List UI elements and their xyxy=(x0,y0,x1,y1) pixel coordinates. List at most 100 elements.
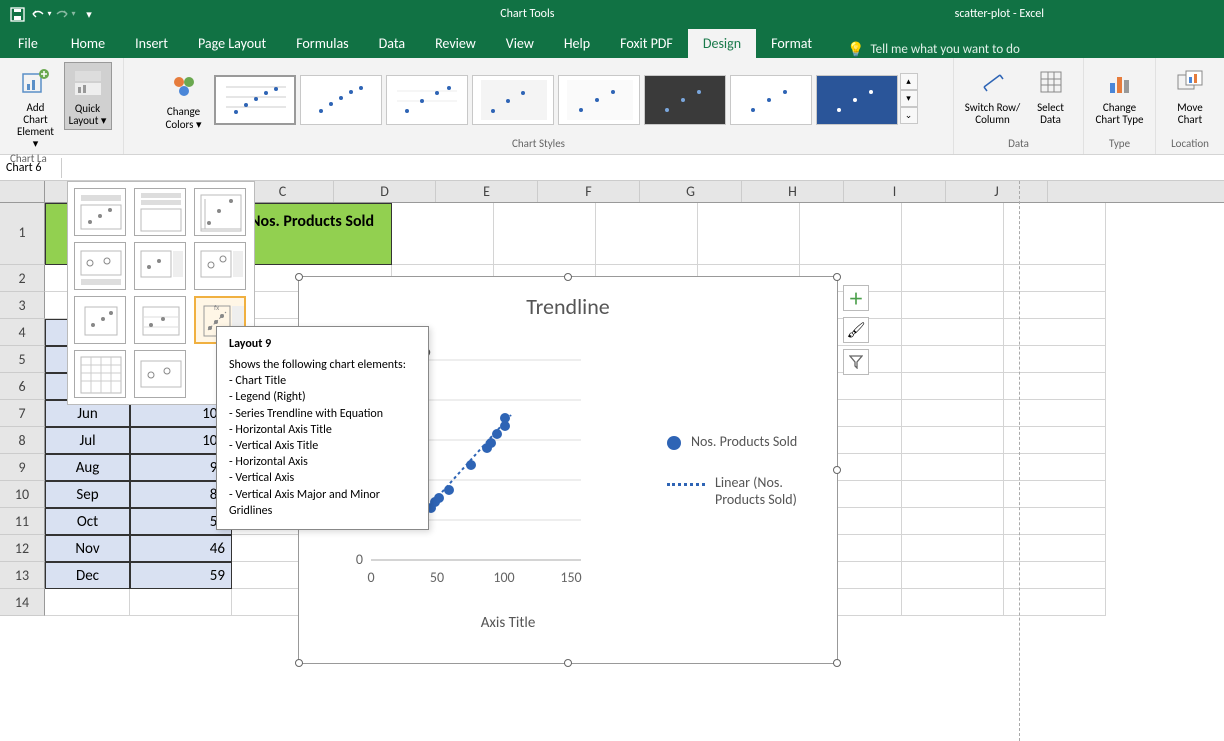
layout-8[interactable] xyxy=(134,296,186,344)
cell[interactable]: Sep xyxy=(45,481,130,508)
qat-customize-icon[interactable]: ▾ xyxy=(78,3,100,25)
column-header[interactable]: E xyxy=(436,181,538,202)
column-header[interactable]: F xyxy=(538,181,640,202)
cell[interactable]: 46 xyxy=(130,535,232,562)
select-all-corner[interactable] xyxy=(0,181,45,202)
row-header[interactable]: 12 xyxy=(0,535,45,562)
row-header[interactable]: 4 xyxy=(0,319,45,346)
row-header[interactable]: 3 xyxy=(0,292,45,319)
cell[interactable] xyxy=(902,508,1004,535)
row-header[interactable]: 8 xyxy=(0,427,45,454)
row-header[interactable]: 14 xyxy=(0,589,45,616)
tab-home[interactable]: Home xyxy=(56,29,120,58)
tell-me[interactable]: 💡Tell me what you want to do xyxy=(847,41,1020,58)
chart-style-3[interactable] xyxy=(386,75,468,125)
cell[interactable] xyxy=(902,454,1004,481)
cell[interactable] xyxy=(902,562,1004,589)
tab-file[interactable]: File xyxy=(0,29,56,58)
tab-insert[interactable]: Insert xyxy=(120,29,183,58)
cell[interactable] xyxy=(130,589,232,616)
column-header[interactable]: I xyxy=(844,181,946,202)
cell[interactable] xyxy=(902,427,1004,454)
chart-filters-button[interactable] xyxy=(843,349,869,375)
cell[interactable] xyxy=(902,319,1004,346)
tab-design[interactable]: Design xyxy=(688,29,756,58)
cell[interactable] xyxy=(902,589,1004,616)
cell[interactable] xyxy=(800,203,902,265)
chart-style-8[interactable] xyxy=(816,75,898,125)
tab-view[interactable]: View xyxy=(491,29,549,58)
chart-style-4[interactable] xyxy=(472,75,554,125)
cell[interactable]: Jul xyxy=(45,427,130,454)
tab-formulas[interactable]: Formulas xyxy=(281,29,363,58)
cell[interactable] xyxy=(902,373,1004,400)
name-box[interactable]: Chart 6 xyxy=(0,158,62,178)
row-header[interactable]: 11 xyxy=(0,508,45,535)
select-data-button[interactable]: Select Data xyxy=(1027,62,1075,128)
chart-style-2[interactable] xyxy=(300,75,382,125)
layout-3[interactable] xyxy=(194,188,246,236)
tab-format[interactable]: Format xyxy=(756,29,827,58)
save-icon[interactable] xyxy=(6,3,28,25)
column-header[interactable]: H xyxy=(742,181,844,202)
cell[interactable]: Oct xyxy=(45,508,130,535)
style-expand[interactable]: ⌄ xyxy=(900,107,918,124)
layout-2[interactable] xyxy=(134,188,186,236)
row-header[interactable]: 9 xyxy=(0,454,45,481)
row-header[interactable]: 13 xyxy=(0,562,45,589)
cell[interactable] xyxy=(902,292,1004,319)
row-header[interactable]: 2 xyxy=(0,265,45,292)
move-chart-button[interactable]: Move Chart xyxy=(1166,62,1214,128)
style-scroll-down[interactable]: ▾ xyxy=(900,90,918,107)
change-colors-button[interactable]: Change Colors ▾ xyxy=(160,66,208,132)
row-header[interactable]: 5 xyxy=(0,346,45,373)
chart-styles-button[interactable]: 🖌 xyxy=(843,317,869,343)
layout-10[interactable] xyxy=(74,350,126,398)
cell[interactable] xyxy=(494,203,596,265)
layout-5[interactable] xyxy=(134,242,186,290)
cell[interactable] xyxy=(902,346,1004,373)
layout-11[interactable] xyxy=(134,350,186,398)
chart-style-1[interactable] xyxy=(214,75,296,125)
row-header[interactable]: 10 xyxy=(0,481,45,508)
cell[interactable]: 59 xyxy=(130,562,232,589)
tab-foxit[interactable]: Foxit PDF xyxy=(605,29,688,58)
tab-page-layout[interactable]: Page Layout xyxy=(183,29,281,58)
column-header[interactable]: D xyxy=(334,181,436,202)
tab-review[interactable]: Review xyxy=(420,29,491,58)
layout-7[interactable] xyxy=(74,296,126,344)
chart-elements-button[interactable]: ＋ xyxy=(843,285,869,311)
tab-help[interactable]: Help xyxy=(549,29,605,58)
chart-title[interactable]: Trendline xyxy=(313,293,823,320)
cell[interactable]: Nov xyxy=(45,535,130,562)
cell[interactable]: Aug xyxy=(45,454,130,481)
cell[interactable] xyxy=(902,265,1004,292)
cell[interactable] xyxy=(902,481,1004,508)
cell[interactable] xyxy=(596,203,698,265)
quick-layout-button[interactable]: Quick Layout ▾ xyxy=(64,62,112,130)
cell[interactable] xyxy=(902,535,1004,562)
cell[interactable] xyxy=(902,203,1004,265)
style-scroll-up[interactable]: ▴ xyxy=(900,73,918,90)
layout-1[interactable] xyxy=(74,188,126,236)
column-header[interactable]: J xyxy=(946,181,1048,202)
layout-6[interactable] xyxy=(194,242,246,290)
chart-style-5[interactable] xyxy=(558,75,640,125)
layout-4[interactable] xyxy=(74,242,126,290)
chart-style-7[interactable] xyxy=(730,75,812,125)
row-header[interactable]: 1 xyxy=(0,203,45,265)
cell[interactable] xyxy=(45,589,130,616)
redo-icon[interactable]: ▾ xyxy=(54,3,76,25)
legend-item-trendline[interactable]: Linear (Nos. Products Sold) xyxy=(667,474,823,508)
row-header[interactable]: 6 xyxy=(0,373,45,400)
undo-icon[interactable]: ▾ xyxy=(30,3,52,25)
cell[interactable] xyxy=(902,400,1004,427)
cell[interactable] xyxy=(698,203,800,265)
switch-row-column-button[interactable]: Switch Row/ Column xyxy=(963,62,1023,128)
chart-style-6[interactable] xyxy=(644,75,726,125)
column-header[interactable]: G xyxy=(640,181,742,202)
add-chart-element-button[interactable]: Add Chart Element ▾ xyxy=(12,62,60,152)
legend-item-series[interactable]: Nos. Products Sold xyxy=(667,433,823,450)
x-axis-title[interactable]: Axis Title xyxy=(193,614,823,632)
cell[interactable]: Nos. Products Sold xyxy=(232,203,392,265)
